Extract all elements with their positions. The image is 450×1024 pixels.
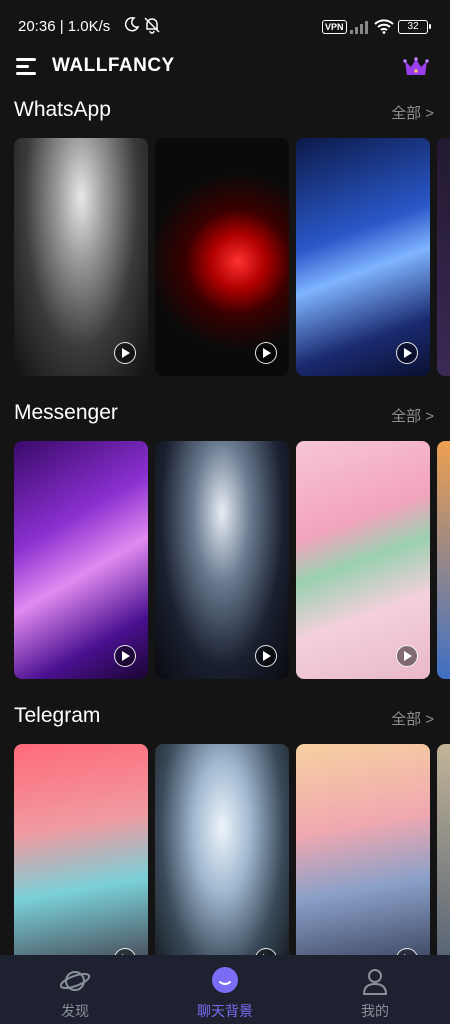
wallpaper-card[interactable] [14, 744, 148, 982]
signal-icon [350, 21, 368, 34]
wallpaper-card[interactable] [437, 138, 450, 376]
status-time: 20:36 | 1.0K/s [18, 18, 111, 35]
battery-icon: 32 [398, 20, 431, 34]
chat-icon [212, 967, 238, 993]
wallpaper-row [14, 441, 450, 679]
wallpaper-row [14, 138, 450, 376]
play-icon [396, 342, 418, 364]
nav-label: 我的 [361, 1003, 389, 1019]
nav-item-discover[interactable]: 发现 [0, 955, 150, 1024]
play-icon [114, 645, 136, 667]
wallpaper-row [14, 744, 450, 982]
play-icon [114, 342, 136, 364]
wallpaper-card[interactable] [437, 744, 450, 982]
section-title: WhatsApp [14, 98, 111, 121]
wallpaper-card[interactable] [155, 744, 289, 982]
see-all-link[interactable]: 全部 > [391, 708, 434, 729]
vpn-badge: VPN [322, 20, 347, 34]
play-icon [396, 645, 418, 667]
play-icon [255, 645, 277, 667]
bottom-nav: 发现 聊天背景 我的 [0, 955, 450, 1024]
wifi-icon [374, 19, 394, 34]
nav-label: 聊天背景 [197, 1003, 253, 1019]
profile-icon [362, 969, 388, 995]
wallpaper-card[interactable] [296, 744, 430, 982]
crown-icon[interactable] [403, 56, 429, 78]
wallpaper-card[interactable] [155, 441, 289, 679]
wallpaper-card[interactable] [296, 138, 430, 376]
section-title: Messenger [14, 401, 118, 424]
play-icon [255, 342, 277, 364]
wallpaper-card[interactable] [14, 441, 148, 679]
app-title: WALLFANCY [52, 55, 175, 76]
menu-icon[interactable] [16, 58, 36, 76]
planet-icon [59, 971, 91, 991]
wallpaper-card[interactable] [14, 138, 148, 376]
wallpaper-card[interactable] [155, 138, 289, 376]
wallpaper-card[interactable] [437, 441, 450, 679]
wallpaper-card[interactable] [296, 441, 430, 679]
see-all-link[interactable]: 全部 > [391, 405, 434, 426]
status-bar: 20:36 | 1.0K/s VPN 32 [0, 0, 450, 54]
nav-item-chat-background[interactable]: 聊天背景 [150, 955, 300, 1024]
see-all-link[interactable]: 全部 > [391, 102, 434, 123]
nav-item-profile[interactable]: 我的 [300, 955, 450, 1024]
nav-label: 发现 [61, 1003, 89, 1019]
muted-bell-icon [144, 17, 160, 34]
section-title: Telegram [14, 704, 101, 727]
do-not-disturb-icon [124, 16, 140, 32]
